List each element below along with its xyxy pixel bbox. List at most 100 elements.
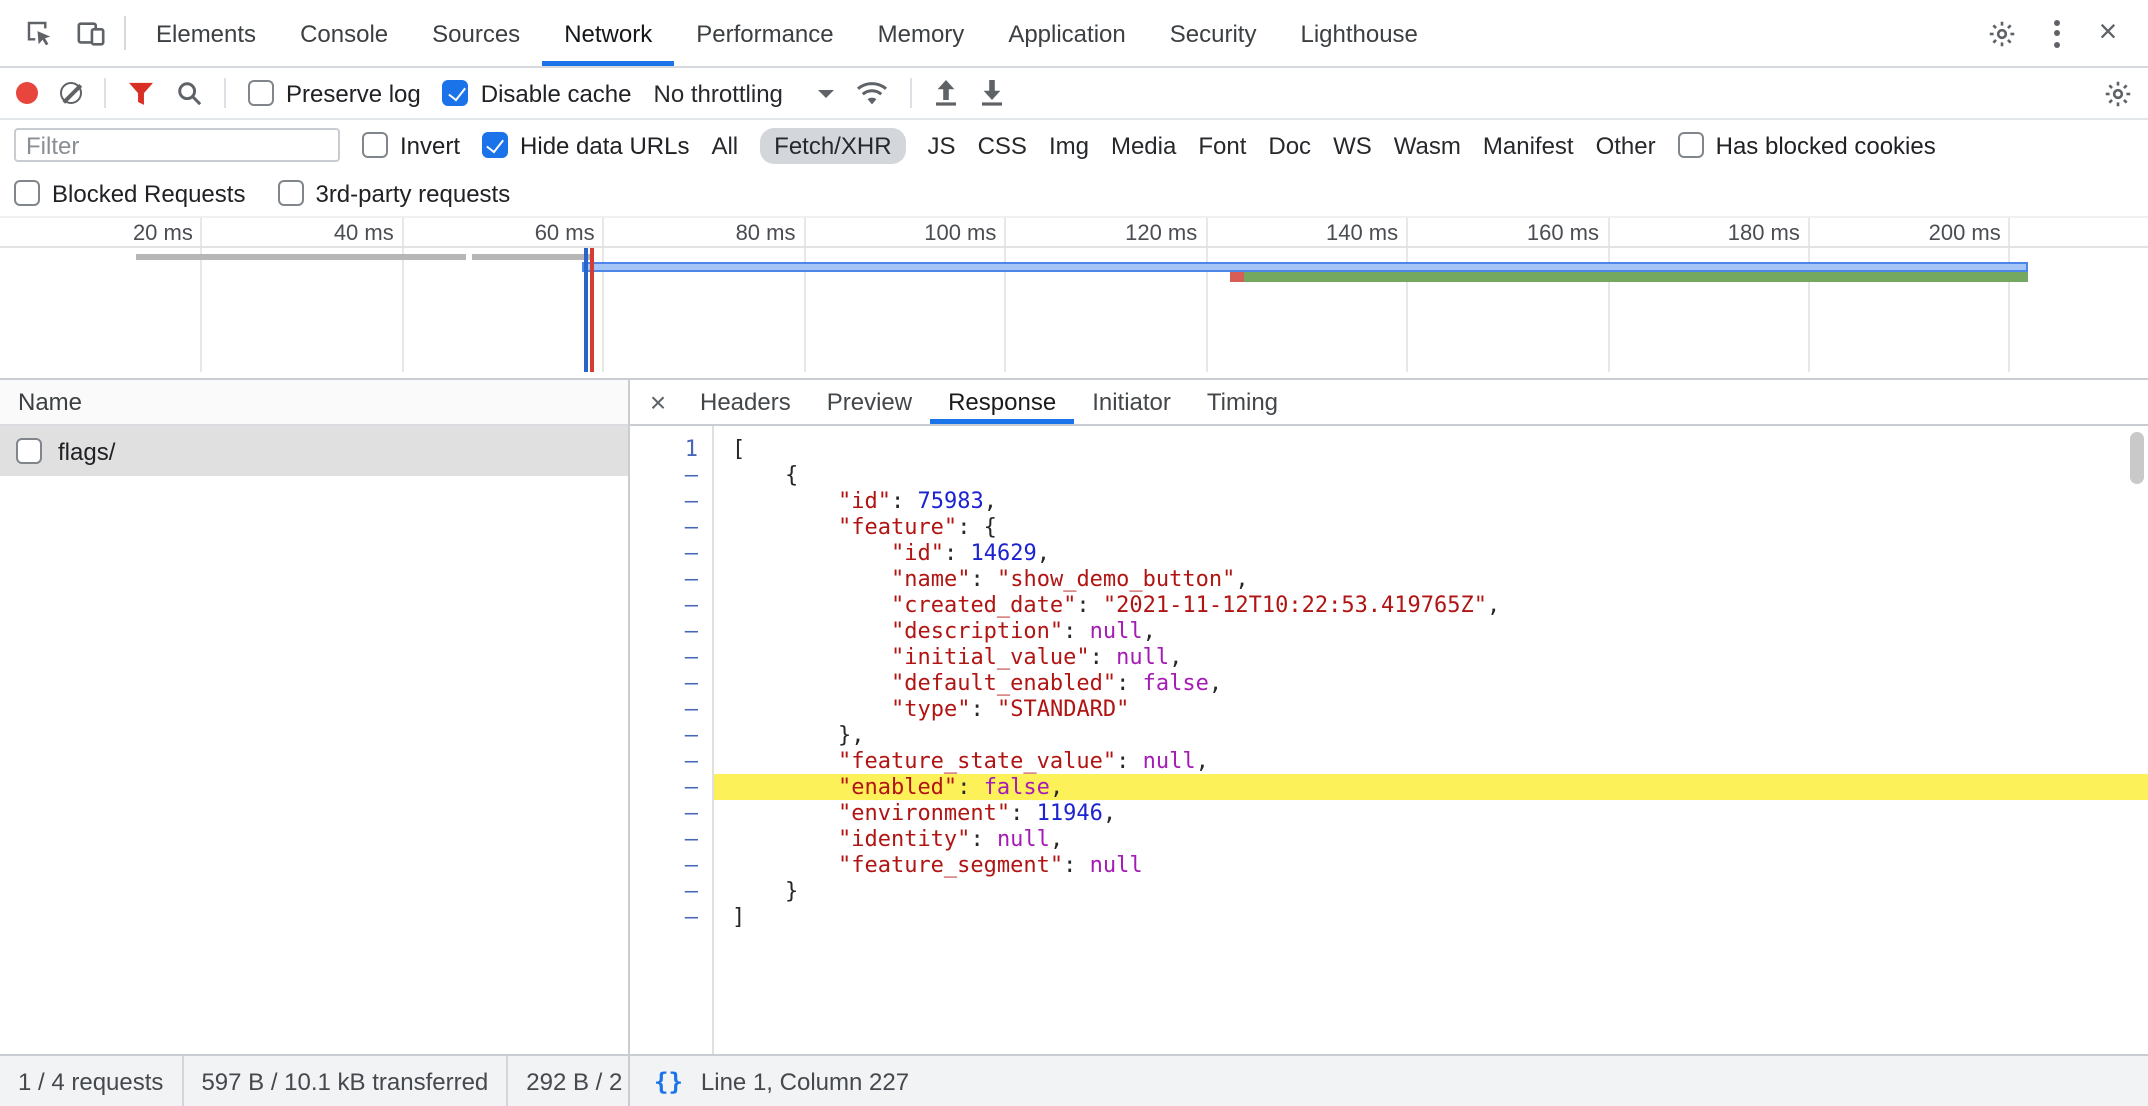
filter-type-css[interactable]: CSS	[978, 127, 1027, 163]
gutter-fold-marker[interactable]: –	[630, 826, 712, 852]
request-checkbox[interactable]	[16, 438, 42, 464]
filter-type-img[interactable]: Img	[1049, 127, 1089, 163]
gutter-fold-marker[interactable]: –	[630, 774, 712, 800]
code-token	[732, 748, 838, 774]
gutter-fold-marker[interactable]: –	[630, 592, 712, 618]
code-line: "identity": null,	[714, 826, 2148, 852]
filter-type-manifest[interactable]: Manifest	[1483, 127, 1574, 163]
code-token	[732, 618, 891, 644]
gutter-fold-marker[interactable]: –	[630, 852, 712, 878]
detail-tab-timing[interactable]: Timing	[1189, 380, 1296, 424]
code-token: "id"	[891, 540, 944, 566]
filter-type-js[interactable]: JS	[928, 127, 956, 163]
code-token: "enabled"	[838, 774, 957, 800]
gutter-fold-marker[interactable]: –	[630, 904, 712, 930]
gutter-fold-marker[interactable]: –	[630, 540, 712, 566]
settings-gear-icon[interactable]	[1976, 0, 2028, 66]
code-line: "feature": {	[714, 514, 2148, 540]
status-item: 597 B / 10.1 kB transferred	[183, 1056, 508, 1106]
filter-type-font[interactable]: Font	[1198, 127, 1246, 163]
more-options-kebab-icon[interactable]	[2036, 0, 2076, 66]
filter-funnel-icon[interactable]	[128, 81, 154, 105]
tab-performance[interactable]: Performance	[674, 0, 855, 66]
clear-network-log-icon[interactable]	[60, 82, 82, 104]
filter-type-doc[interactable]: Doc	[1268, 127, 1311, 163]
import-har-icon[interactable]	[935, 80, 959, 106]
request-list: flags/	[0, 426, 628, 476]
has-blocked-cookies-checkbox[interactable]: Has blocked cookies	[1678, 131, 1936, 159]
tab-sources[interactable]: Sources	[410, 0, 542, 66]
timeline-overview[interactable]: 20 ms40 ms60 ms80 ms100 ms120 ms140 ms16…	[0, 216, 2148, 380]
tab-network[interactable]: Network	[542, 0, 674, 66]
code-token: :	[1090, 644, 1117, 670]
code-token	[732, 852, 838, 878]
tab-application[interactable]: Application	[986, 0, 1147, 66]
code-token: ,	[1037, 540, 1050, 566]
device-toolbar-icon[interactable]	[64, 0, 116, 66]
code-token	[732, 566, 891, 592]
code-token	[732, 488, 838, 514]
gutter-fold-marker[interactable]: –	[630, 878, 712, 904]
network-conditions-icon[interactable]	[857, 81, 889, 105]
close-devtools-icon[interactable]: ×	[2084, 0, 2132, 66]
code-line: "description": null,	[714, 618, 2148, 644]
code-token: :	[957, 774, 984, 800]
filter-type-fetch-xhr[interactable]: Fetch/XHR	[760, 127, 905, 163]
pretty-print-icon[interactable]: {}	[654, 1067, 683, 1095]
tab-console[interactable]: Console	[278, 0, 410, 66]
code-token: 75983	[917, 488, 983, 514]
scrollbar-thumb[interactable]	[2130, 432, 2144, 484]
disable-cache-checkbox[interactable]: Disable cache	[443, 79, 632, 107]
gutter-fold-marker[interactable]: 1	[630, 436, 712, 462]
gutter-fold-marker[interactable]: –	[630, 618, 712, 644]
name-column-header[interactable]: Name	[0, 380, 628, 426]
gutter-fold-marker[interactable]: –	[630, 748, 712, 774]
code-token: "identity"	[838, 826, 970, 852]
gutter-fold-marker[interactable]: –	[630, 722, 712, 748]
third-party-requests-checkbox[interactable]: 3rd-party requests	[277, 179, 510, 207]
network-settings-gear-icon[interactable]	[2104, 79, 2132, 107]
blocked-requests-checkbox[interactable]: Blocked Requests	[14, 179, 245, 207]
code-line: "type": "STANDARD"	[714, 696, 2148, 722]
filter-type-wasm[interactable]: Wasm	[1394, 127, 1461, 163]
detail-tab-response[interactable]: Response	[930, 380, 1074, 424]
request-row[interactable]: flags/	[0, 426, 628, 476]
close-details-icon[interactable]: ×	[634, 380, 682, 424]
filter-type-all[interactable]: All	[711, 127, 738, 163]
tab-memory[interactable]: Memory	[856, 0, 987, 66]
timeline-bars	[0, 218, 2148, 378]
third-party-requests-label: 3rd-party requests	[315, 179, 510, 207]
filter-type-media[interactable]: Media	[1111, 127, 1176, 163]
code-token	[732, 774, 838, 800]
export-har-icon[interactable]	[981, 80, 1005, 106]
gutter-fold-marker[interactable]: –	[630, 488, 712, 514]
search-icon[interactable]	[176, 80, 202, 106]
gutter-fold-marker[interactable]: –	[630, 514, 712, 540]
tab-security[interactable]: Security	[1148, 0, 1279, 66]
gutter-fold-marker[interactable]: –	[630, 800, 712, 826]
filter-input[interactable]	[14, 128, 340, 162]
filter-type-other[interactable]: Other	[1596, 127, 1656, 163]
gutter-fold-marker[interactable]: –	[630, 670, 712, 696]
preserve-log-checkbox[interactable]: Preserve log	[248, 79, 421, 107]
timeline-bar-red	[1229, 272, 1243, 282]
code-token: ,	[984, 488, 997, 514]
gutter-fold-marker[interactable]: –	[630, 566, 712, 592]
gutter-fold-marker[interactable]: –	[630, 644, 712, 670]
filter-type-ws[interactable]: WS	[1333, 127, 1372, 163]
throttling-dropdown[interactable]: No throttling	[654, 79, 835, 107]
tab-elements[interactable]: Elements	[134, 0, 278, 66]
record-network-log-icon[interactable]	[16, 82, 38, 104]
detail-tab-initiator[interactable]: Initiator	[1074, 380, 1189, 424]
code-token	[732, 540, 891, 566]
detail-tab-headers[interactable]: Headers	[682, 380, 809, 424]
invert-checkbox[interactable]: Invert	[362, 131, 460, 159]
gutter-fold-marker[interactable]: –	[630, 462, 712, 488]
inspect-element-icon[interactable]	[12, 0, 64, 66]
gutter-fold-marker[interactable]: –	[630, 696, 712, 722]
hide-data-urls-checkbox[interactable]: Hide data URLs	[482, 131, 689, 159]
tab-lighthouse[interactable]: Lighthouse	[1278, 0, 1439, 66]
detail-tab-preview[interactable]: Preview	[809, 380, 930, 424]
response-viewer[interactable]: 1–––––––––––––––––– [ { "id": 75983, "fe…	[630, 426, 2148, 1054]
code-token: :	[970, 826, 997, 852]
